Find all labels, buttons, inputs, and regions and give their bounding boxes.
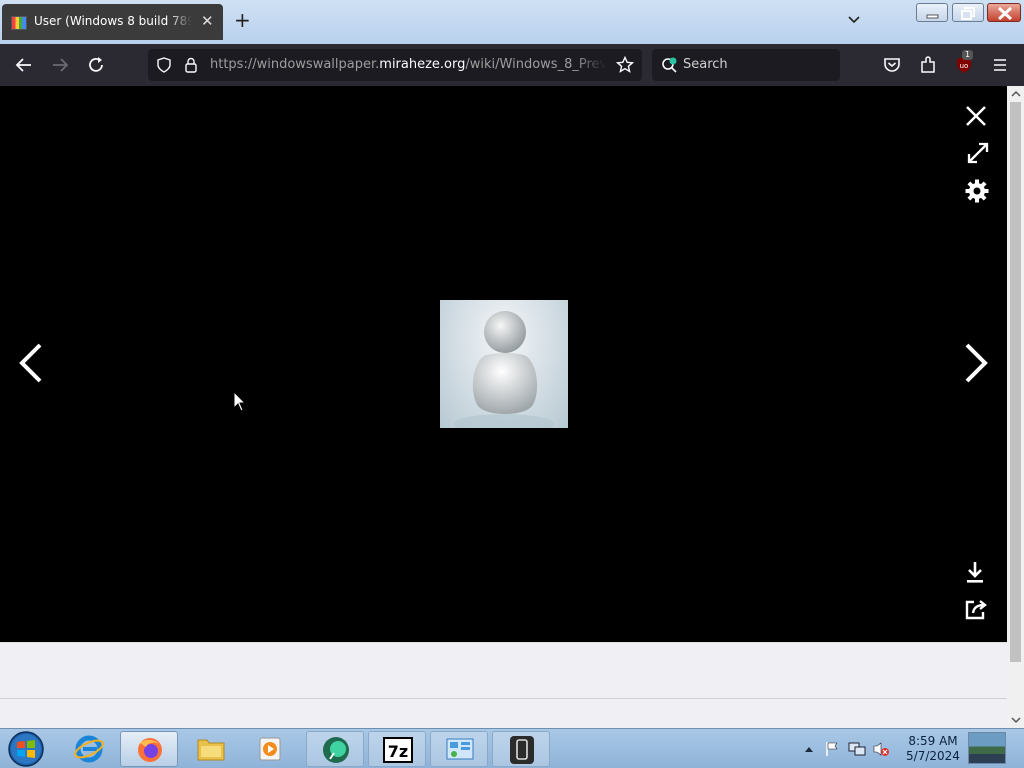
user-account-picture bbox=[440, 300, 568, 434]
media-viewer bbox=[0, 86, 1007, 642]
clock-time: 8:59 AM bbox=[908, 734, 958, 748]
page-content-below-viewer bbox=[0, 642, 1007, 728]
taskbar-internet-explorer[interactable] bbox=[60, 731, 118, 767]
browser-tab[interactable]: User (Windows 8 build 7899) - Windows Wa… bbox=[2, 4, 223, 40]
clock-date: 5/7/2024 bbox=[906, 749, 960, 763]
folder-icon bbox=[197, 739, 225, 761]
taskbar-control-panel[interactable] bbox=[430, 731, 488, 767]
bookmark-star-icon[interactable] bbox=[616, 56, 634, 74]
minimize-button[interactable] bbox=[916, 3, 948, 22]
scroll-down-icon[interactable] bbox=[1011, 716, 1021, 724]
media-player-icon bbox=[259, 737, 281, 761]
taskbar-file-explorer[interactable] bbox=[182, 731, 240, 767]
svg-text:7z: 7z bbox=[388, 742, 408, 761]
phone-icon bbox=[510, 736, 534, 764]
svg-text:uo: uo bbox=[960, 62, 969, 70]
close-icon[interactable] bbox=[964, 104, 988, 128]
taskbar-7zip[interactable]: 7z bbox=[368, 731, 426, 767]
fullscreen-icon[interactable] bbox=[966, 141, 990, 165]
close-window-button[interactable] bbox=[987, 3, 1021, 22]
internet-explorer-icon bbox=[74, 735, 104, 763]
scrollbar-thumb[interactable] bbox=[1010, 102, 1021, 662]
lock-icon[interactable] bbox=[184, 57, 198, 73]
download-icon[interactable] bbox=[964, 560, 986, 584]
app-menu-icon[interactable] bbox=[990, 55, 1010, 75]
address-bar[interactable]: https://windowswallpaper.miraheze.org/wi… bbox=[148, 49, 642, 81]
site-favicon-icon bbox=[11, 16, 27, 30]
extensions-icon[interactable] bbox=[918, 55, 938, 75]
url-text[interactable]: https://windowswallpaper.miraheze.org/wi… bbox=[210, 57, 606, 72]
taskbar: 7z 8:59 AM 5/7/2024 bbox=[0, 728, 1024, 768]
taskbar-media-player[interactable] bbox=[242, 731, 300, 767]
tab-close-icon[interactable]: ✕ bbox=[201, 12, 214, 30]
tracking-protection-shield-icon[interactable] bbox=[156, 57, 172, 73]
settings-icon[interactable] bbox=[964, 178, 990, 204]
vertical-scrollbar[interactable] bbox=[1007, 86, 1024, 728]
control-panel-icon bbox=[446, 738, 474, 760]
7zip-icon: 7z bbox=[383, 737, 413, 763]
search-box[interactable]: Search bbox=[652, 49, 840, 81]
search-icon bbox=[662, 57, 677, 73]
taskbar-firefox[interactable] bbox=[120, 731, 178, 767]
extension-badge: 1 bbox=[962, 50, 974, 60]
back-icon[interactable] bbox=[14, 55, 34, 75]
next-arrow-icon[interactable] bbox=[961, 342, 991, 384]
restore-button[interactable] bbox=[952, 3, 984, 22]
firefox-icon bbox=[138, 738, 162, 762]
taskbar-green-app[interactable] bbox=[306, 731, 364, 767]
action-center-flag-icon[interactable] bbox=[824, 741, 840, 757]
new-tab-icon[interactable]: + bbox=[234, 10, 251, 30]
prev-arrow-icon[interactable] bbox=[16, 342, 46, 384]
search-placeholder: Search bbox=[683, 57, 728, 72]
green-app-icon bbox=[323, 737, 349, 763]
forward-icon[interactable] bbox=[50, 55, 70, 75]
start-button[interactable] bbox=[6, 730, 46, 768]
mouse-cursor-icon bbox=[233, 391, 247, 412]
navigation-toolbar: https://windowswallpaper.miraheze.org/wi… bbox=[0, 44, 1024, 86]
share-icon[interactable] bbox=[964, 599, 990, 621]
tab-title: User (Windows 8 build 7899) - Windows Wa… bbox=[34, 14, 192, 28]
user-silhouette-icon bbox=[454, 311, 554, 434]
network-icon[interactable] bbox=[848, 741, 866, 757]
show-hidden-icons-icon[interactable] bbox=[804, 745, 814, 753]
system-clock[interactable]: 8:59 AM 5/7/2024 bbox=[903, 734, 963, 764]
pocket-icon[interactable] bbox=[882, 55, 902, 75]
scroll-up-icon[interactable] bbox=[1011, 90, 1021, 98]
volume-muted-icon[interactable] bbox=[872, 741, 890, 757]
show-desktop-button[interactable] bbox=[968, 732, 1006, 764]
reload-icon[interactable] bbox=[86, 55, 106, 75]
title-bar: User (Windows 8 build 7899) - Windows Wa… bbox=[0, 0, 1024, 44]
taskbar-phone-app[interactable] bbox=[492, 731, 550, 767]
list-all-tabs-icon[interactable] bbox=[846, 12, 862, 28]
